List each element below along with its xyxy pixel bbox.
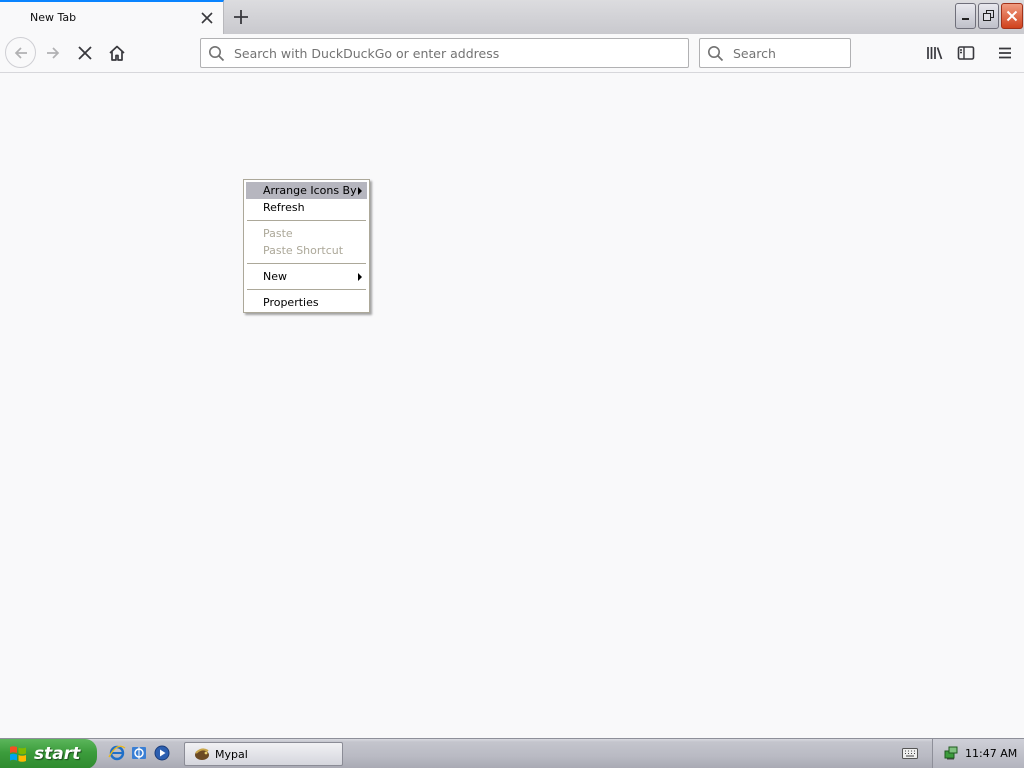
network-tray-icon[interactable]: [943, 745, 959, 761]
sidebar-button[interactable]: [951, 38, 981, 68]
system-tray: 11:47 AM: [932, 739, 1024, 768]
hamburger-menu-icon: [999, 47, 1011, 59]
url-input[interactable]: [232, 39, 682, 67]
forward-arrow-icon: [47, 47, 60, 59]
submenu-arrow-icon: [358, 187, 362, 195]
search-icon: [208, 45, 225, 65]
taskbar-window-label: Mypal: [215, 747, 248, 761]
minimize-icon: [961, 18, 969, 20]
windows-logo-icon: [10, 746, 26, 762]
page-content[interactable]: [0, 74, 1024, 738]
internet-explorer-icon[interactable]: [108, 744, 126, 762]
search-input[interactable]: [731, 39, 846, 67]
back-arrow-icon: [14, 46, 27, 59]
context-menu: Arrange Icons By Refresh Paste Paste Sho…: [243, 179, 370, 313]
plus-icon: [234, 10, 248, 24]
close-window-button[interactable]: [1001, 3, 1023, 29]
home-icon: [109, 45, 125, 61]
stop-icon: [78, 46, 92, 60]
taskbar: start Mypal 11:47 AM: [0, 738, 1024, 768]
menu-item-refresh[interactable]: Refresh: [246, 199, 367, 216]
taskbar-clock: 11:47 AM: [965, 747, 1018, 760]
menu-separator: [247, 220, 366, 221]
search-icon: [707, 45, 724, 65]
new-tab-button[interactable]: [228, 4, 254, 30]
library-button[interactable]: [920, 38, 950, 68]
tab-strip: New Tab: [0, 0, 1024, 34]
menu-item-new[interactable]: New: [246, 268, 367, 285]
menu-item-paste: Paste: [263, 227, 293, 240]
menu-separator: [247, 263, 366, 264]
home-button[interactable]: [102, 38, 132, 68]
tab-title: New Tab: [30, 11, 77, 24]
app-menu-button[interactable]: [990, 38, 1020, 68]
keyboard-icon[interactable]: [902, 746, 918, 760]
minimize-button[interactable]: [955, 3, 976, 29]
restore-icon: [982, 10, 994, 21]
mypal-app-icon: [195, 748, 209, 760]
outlook-express-icon[interactable]: [130, 744, 148, 762]
menu-item-paste-shortcut: Paste Shortcut: [263, 244, 344, 257]
library-icon: [927, 47, 943, 60]
close-tab-icon[interactable]: [196, 7, 218, 29]
menu-item-properties[interactable]: Properties: [246, 294, 367, 311]
taskbar-window-mypal[interactable]: Mypal: [184, 742, 343, 766]
menu-item-arrange-icons-by[interactable]: Arrange Icons By: [246, 182, 367, 199]
search-box[interactable]: [699, 38, 851, 68]
address-bar[interactable]: [200, 38, 689, 68]
sidebar-icon: [957, 46, 975, 60]
media-player-icon[interactable]: [153, 744, 171, 762]
restore-button[interactable]: [978, 3, 999, 29]
menu-separator: [247, 289, 366, 290]
start-button[interactable]: start: [0, 739, 97, 768]
stop-button[interactable]: [70, 38, 100, 68]
forward-button[interactable]: [38, 38, 68, 68]
close-icon: [1006, 10, 1018, 22]
start-label: start: [34, 744, 81, 764]
tab-new-tab[interactable]: New Tab: [0, 0, 224, 34]
navigation-toolbar: [0, 34, 1024, 73]
back-button[interactable]: [5, 37, 36, 68]
submenu-arrow-icon: [358, 273, 362, 281]
